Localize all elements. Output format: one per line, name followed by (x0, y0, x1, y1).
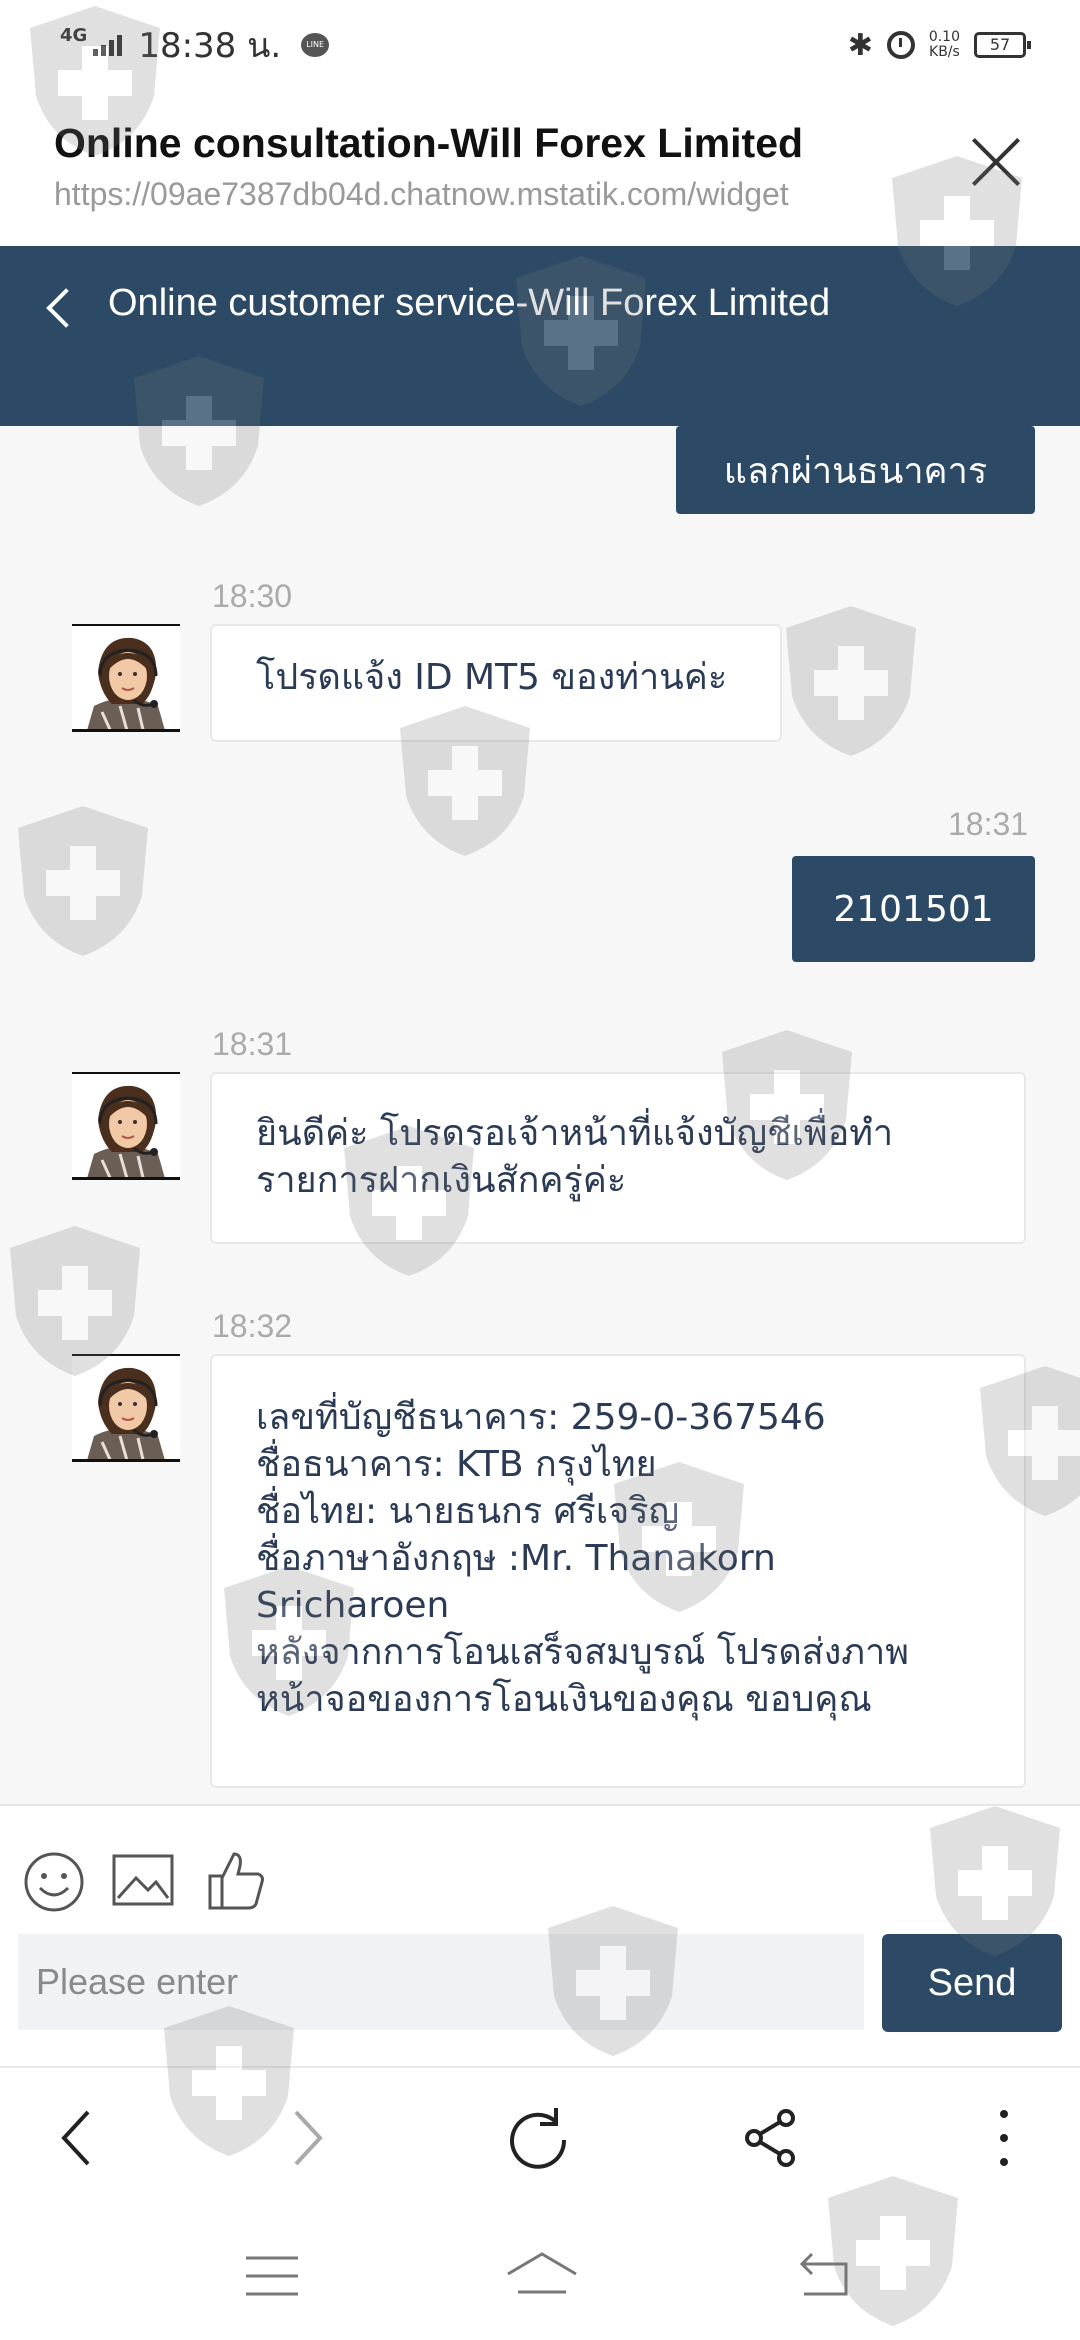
agent-avatar-icon (72, 626, 180, 729)
battery-icon: 57 (974, 32, 1031, 58)
message-timestamp: 18:31 (948, 806, 1029, 842)
message-line: เลขที่บัญชีธนาคาร: 259-0-367546 (256, 1397, 826, 1438)
share-icon[interactable] (740, 2106, 804, 2170)
agent-avatar-icon (72, 1356, 180, 1459)
line-app-icon: LINE (301, 33, 330, 57)
network-speed: 0.10 KB/s (929, 30, 960, 60)
status-right: ✱ 0.10 KB/s 57 (847, 27, 1031, 63)
outgoing-message: แลกผ่านธนาคาร (676, 426, 1035, 514)
incoming-message: เลขที่บัญชีธนาคาร: 259-0-367546 ชื่อธนาค… (210, 1354, 1026, 1788)
image-icon[interactable] (112, 1852, 174, 1910)
system-nav (0, 2206, 1080, 2340)
chat-header: Online customer service-Will Forex Limit… (0, 246, 1080, 426)
home-icon[interactable] (504, 2250, 580, 2298)
browser-nav (0, 2066, 1080, 2206)
message-text: 2101501 (833, 888, 994, 930)
page-url[interactable]: https://09ae7387db04d.chatnow.mstatik.co… (54, 176, 789, 213)
incoming-message: ยินดีค่ะ โปรดรอเจ้าหน้าที่แจ้งบัญชีเพื่อ… (210, 1072, 1026, 1244)
speed-unit: KB/s (929, 44, 960, 60)
more-icon[interactable] (972, 2106, 1036, 2170)
avatar (72, 624, 180, 732)
message-line: ชื่อภาษาอังกฤษ :Mr. Thanakorn (256, 1538, 776, 1579)
incoming-message: โปรดแจ้ง ID MT5 ของท่านค่ะ (210, 624, 782, 742)
alarm-icon (886, 31, 915, 59)
agent-avatar-icon (72, 1074, 180, 1177)
message-text: โปรดแจ้ง ID MT5 ของท่านค่ะ (256, 657, 728, 698)
avatar (72, 1354, 180, 1462)
reload-icon[interactable] (506, 2106, 570, 2170)
message-timestamp: 18:30 (212, 578, 293, 614)
message-input[interactable] (18, 1934, 864, 2030)
message-timestamp: 18:31 (212, 1026, 293, 1062)
page-title: Online consultation-Will Forex Limited (54, 120, 804, 166)
send-button[interactable]: Send (882, 1934, 1062, 2032)
network-type: 4G (60, 24, 88, 46)
outgoing-message: 2101501 (792, 856, 1035, 962)
thumbs-up-icon[interactable] (204, 1848, 268, 1912)
status-time: 18:38 น. (138, 26, 282, 66)
composer: Send (0, 1804, 1080, 2066)
status-bar: 4G 18:38 น. LINE ✱ 0.10 KB/s 57 (0, 0, 1080, 90)
status-left: 4G 18:38 น. LINE (60, 18, 330, 72)
message-line: ชื่อไทย: นายธนกร ศรีเจริญ (256, 1491, 680, 1532)
message-list[interactable]: แลกผ่านธนาคาร 18:30 โปรดแจ้ง ID MT5 ของท… (0, 426, 1080, 1804)
message-text: แลกผ่านธนาคาร (723, 450, 988, 492)
back-icon[interactable] (794, 2250, 854, 2300)
message-line: หน้าจอของการโอนเงินของคุณ ขอบคุณ (256, 1679, 872, 1720)
back-icon[interactable] (46, 2106, 110, 2170)
signal-icon (93, 34, 123, 56)
emoji-icon[interactable] (22, 1850, 86, 1914)
close-button[interactable] (970, 136, 1022, 188)
page-header: Online consultation-Will Forex Limited h… (0, 90, 1080, 246)
menu-icon[interactable] (244, 2254, 300, 2298)
chat-back-icon[interactable] (46, 288, 86, 328)
avatar (72, 1072, 180, 1180)
message-line: ชื่อธนาคาร: KTB กรุงไทย (256, 1444, 657, 1485)
forward-icon[interactable] (274, 2106, 338, 2170)
bluetooth-icon: ✱ (847, 27, 873, 63)
speed-value: 0.10 (928, 29, 960, 45)
message-timestamp: 18:32 (212, 1308, 293, 1344)
message-line: ยินดีค่ะ โปรดรอเจ้าหน้าที่แจ้งบัญชีเพื่อ… (256, 1113, 894, 1154)
chat-title: Online customer service-Will Forex Limit… (108, 282, 831, 324)
message-line: Sricharoen (256, 1585, 450, 1626)
message-line: หลังจากการโอนเสร็จสมบูรณ์ โปรดส่งภาพ (256, 1632, 909, 1673)
message-line: รายการฝากเงินสักครู่ค่ะ (256, 1160, 627, 1201)
